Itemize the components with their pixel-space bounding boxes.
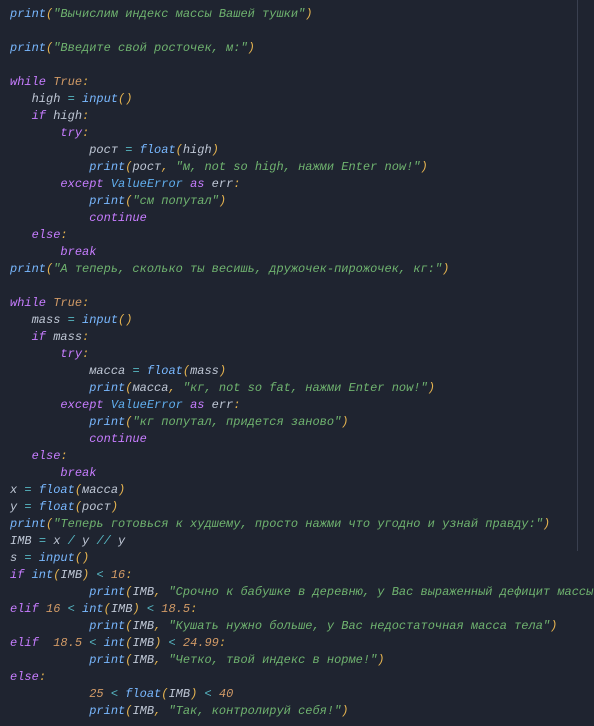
code-line: s = input() <box>10 550 584 567</box>
code-line: print("Теперь готовься к худшему, просто… <box>10 516 584 533</box>
code-line: print("Введите свой росточек, м:") <box>10 40 584 57</box>
code-line: high = input() <box>10 91 584 108</box>
code-line: else: <box>10 448 584 465</box>
code-line: elif 18.5 < int(IMB) < 24.99: <box>10 635 584 652</box>
code-line: рост = float(high) <box>10 142 584 159</box>
code-line: if int(IMB) < 16: <box>10 567 584 584</box>
code-line: while True: <box>10 295 584 312</box>
code-line: else: <box>10 227 584 244</box>
code-line: while True: <box>10 74 584 91</box>
code-line: except ValueError as err: <box>10 397 584 414</box>
code-line: IMB = x / y // y <box>10 533 584 550</box>
code-line: print("кг попутал, придется заново") <box>10 414 584 431</box>
code-line: except ValueError as err: <box>10 176 584 193</box>
code-line: continue <box>10 431 584 448</box>
code-line: break <box>10 465 584 482</box>
code-line <box>10 57 584 74</box>
code-line: if high: <box>10 108 584 125</box>
code-line: if mass: <box>10 329 584 346</box>
code-line: print("Вычислим индекс массы Вашей тушки… <box>10 6 584 23</box>
code-line: print(масса, "кг, not so fat, нажми Ente… <box>10 380 584 397</box>
code-line: print("см попутал") <box>10 193 584 210</box>
code-line: print("А теперь, сколько ты весишь, друж… <box>10 261 584 278</box>
code-line: break <box>10 244 584 261</box>
code-line: print(IMB, "Так, контролируй себя!") <box>10 703 584 720</box>
code-line: масса = float(mass) <box>10 363 584 380</box>
code-line: print(рост, "м, not so high, нажми Enter… <box>10 159 584 176</box>
code-line: y = float(рост) <box>10 499 584 516</box>
code-editor[interactable]: print("Вычислим индекс массы Вашей тушки… <box>10 6 584 720</box>
code-line: try: <box>10 346 584 363</box>
code-line: print(IMB, "Четко, твой индекс в норме!"… <box>10 652 584 669</box>
code-line <box>10 23 584 40</box>
code-line: print(IMB, "Срочно к бабушке в деревню, … <box>10 584 584 601</box>
code-line: elif 16 < int(IMB) < 18.5: <box>10 601 584 618</box>
code-line: 25 < float(IMB) < 40 <box>10 686 584 703</box>
code-line: print(IMB, "Кушать нужно больше, у Вас н… <box>10 618 584 635</box>
code-line: x = float(масса) <box>10 482 584 499</box>
code-line <box>10 278 584 295</box>
code-line: mass = input() <box>10 312 584 329</box>
code-line: try: <box>10 125 584 142</box>
code-line: else: <box>10 669 584 686</box>
code-line: continue <box>10 210 584 227</box>
